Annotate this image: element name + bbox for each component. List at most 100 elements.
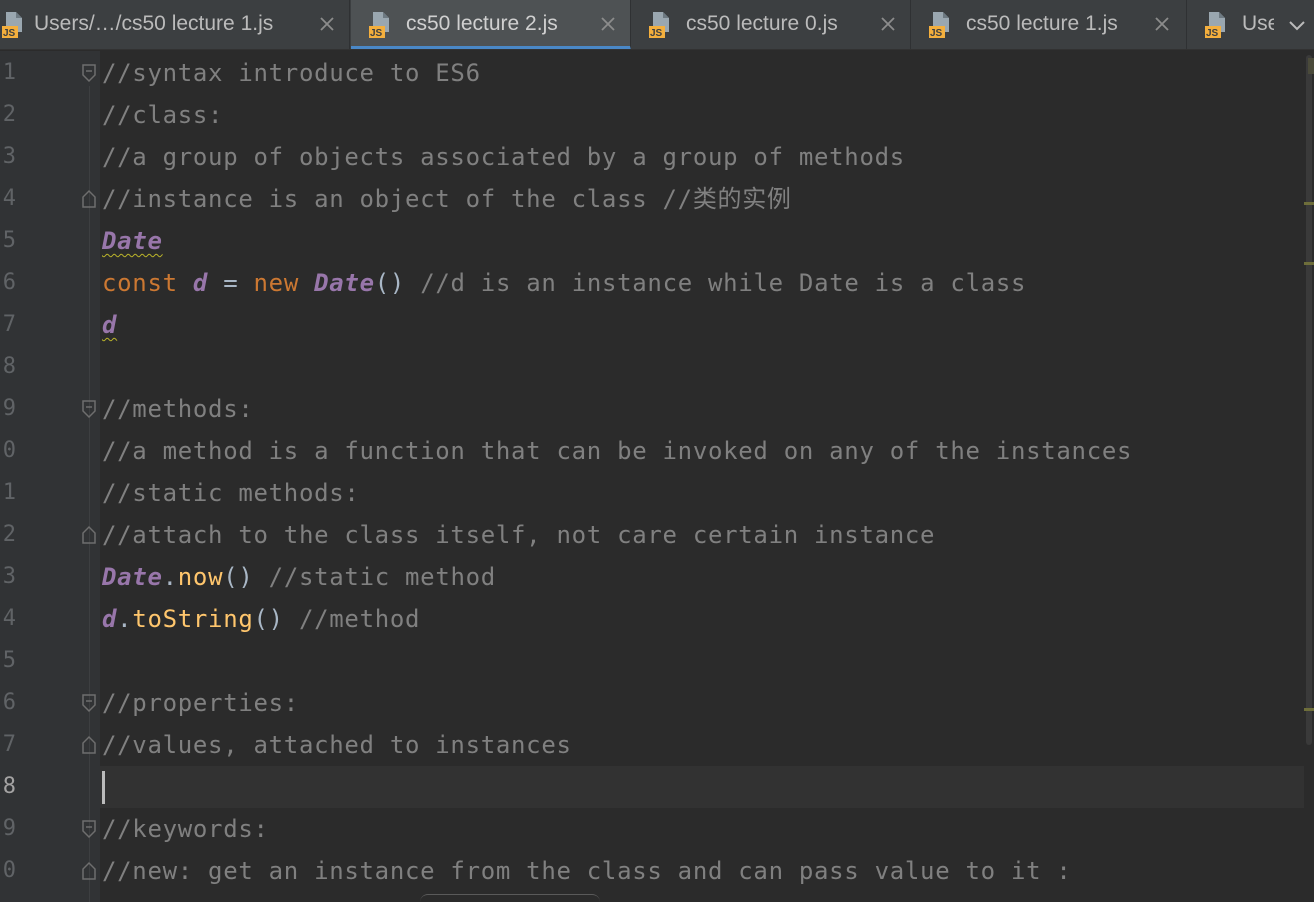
code-line-5[interactable]: Date	[102, 220, 163, 262]
tab-label: Users/…/cs50 lecture 1.js	[34, 12, 274, 35]
code-line-12[interactable]: //attach to the class itself, not care c…	[102, 514, 935, 556]
comment: //values, attached to instances	[102, 731, 572, 759]
js-file-icon: JS	[929, 12, 949, 39]
line-number-current: 8	[2, 774, 16, 799]
comment: //a method is a function that can be inv…	[102, 437, 1133, 465]
comment: //static method	[253, 563, 496, 591]
line-number: 9	[2, 816, 16, 841]
chevron-down-icon[interactable]	[1287, 15, 1307, 35]
line-number: 2	[2, 522, 16, 547]
line-number: 6	[2, 270, 16, 295]
method-name: toString	[132, 605, 254, 633]
fold-end-icon[interactable]	[80, 735, 98, 755]
line-number: 7	[2, 732, 16, 757]
comment: //properties:	[102, 689, 299, 717]
tab-label: cs50 lecture 1.js	[966, 12, 1118, 35]
dot-operator: .	[117, 605, 133, 633]
close-icon[interactable]	[1151, 13, 1173, 35]
current-line-highlight	[100, 766, 1314, 808]
js-file-icon: JS	[649, 12, 669, 39]
tab-cs50-lecture-1[interactable]: JS cs50 lecture 1.js	[911, 0, 1187, 49]
line-number: 3	[2, 564, 16, 589]
fold-start-icon[interactable]	[80, 399, 98, 419]
tab-users-truncated[interactable]: JS Use	[1187, 0, 1287, 49]
comment: //syntax introduce to ES6	[102, 59, 481, 87]
comment: //class:	[102, 101, 224, 129]
line-number: 7	[2, 312, 16, 337]
comment: //instance is an object of the class //类…	[102, 185, 792, 213]
code-line-10[interactable]: //a method is a function that can be inv…	[102, 430, 1132, 472]
warning-stripe-marker[interactable]	[1304, 262, 1314, 265]
js-file-icon: JS	[1205, 12, 1225, 39]
tab-label: cs50 lecture 2.js	[406, 12, 558, 35]
fold-start-icon[interactable]	[80, 693, 98, 713]
code-line-19[interactable]: //keywords:	[102, 808, 269, 850]
warning-stripe-marker[interactable]	[1304, 708, 1314, 711]
comment: //d is an instance while Date is a class	[405, 269, 1027, 297]
code-line-3[interactable]: //a group of objects associated by a gro…	[102, 136, 905, 178]
line-number: 0	[2, 858, 16, 883]
class-identifier: Date	[102, 227, 163, 255]
code-line-6[interactable]: const d = new Date() //d is an instance …	[102, 262, 1026, 304]
variable: d	[192, 269, 209, 297]
close-icon[interactable]	[877, 13, 899, 35]
fold-end-icon[interactable]	[80, 189, 98, 209]
comment: //a group of objects associated by a gro…	[102, 143, 905, 171]
comment: //keywords:	[102, 815, 269, 843]
line-number: 8	[2, 354, 16, 379]
tab-cs50-lecture-2[interactable]: JS cs50 lecture 2.js	[351, 0, 631, 49]
line-number: 3	[2, 144, 16, 169]
fold-start-icon[interactable]	[80, 63, 98, 83]
line-number: 5	[2, 648, 16, 673]
code-line-13[interactable]: Date.now() //static method	[102, 556, 496, 598]
line-number: 1	[2, 480, 16, 505]
code-line-4[interactable]: //instance is an object of the class //类…	[102, 178, 792, 220]
js-badge-text: JS	[370, 28, 383, 39]
tab-label: cs50 lecture 0.js	[686, 12, 838, 35]
fold-end-icon[interactable]	[80, 525, 98, 545]
warning-stripe-marker[interactable]	[1304, 202, 1314, 205]
code-line-7[interactable]: d	[102, 304, 117, 346]
close-icon[interactable]	[316, 13, 338, 35]
line-number: 4	[2, 186, 16, 211]
comment: //new: get an instance from the class an…	[102, 857, 1072, 885]
js-badge-text: JS	[1206, 28, 1219, 39]
code-line-16[interactable]: //properties:	[102, 682, 299, 724]
comment: //method	[283, 605, 421, 633]
comment: //static methods:	[102, 479, 360, 507]
comment: //attach to the class itself, not care c…	[102, 521, 936, 549]
keyword: const	[102, 269, 178, 297]
dot-operator: .	[162, 563, 178, 591]
tab-overflow-menu[interactable]	[1280, 0, 1314, 49]
code-line-14[interactable]: d.toString() //method	[102, 598, 420, 640]
code-line-2[interactable]: //class:	[102, 94, 223, 136]
js-badge-text: JS	[650, 28, 663, 39]
horizontal-scrollbar[interactable]	[420, 894, 600, 902]
error-stripe-marker[interactable]	[1308, 58, 1314, 74]
fold-end-icon[interactable]	[80, 861, 98, 881]
fold-start-icon[interactable]	[80, 819, 98, 839]
scrollbar-thumb[interactable]	[1306, 55, 1312, 745]
text-cursor	[102, 771, 105, 804]
code-line-11[interactable]: //static methods:	[102, 472, 360, 514]
line-number: 2	[2, 102, 16, 127]
line-number: 9	[2, 396, 16, 421]
code-line-20[interactable]: //new: get an instance from the class an…	[102, 850, 1072, 892]
code-line-9[interactable]: //methods:	[102, 388, 254, 430]
editor-tab-bar: JS Users/…/cs50 lecture 1.js JS cs50 lec…	[0, 0, 1314, 50]
code-line-17[interactable]: //values, attached to instances	[102, 724, 572, 766]
parentheses: ()	[374, 269, 406, 297]
tab-cs50-lecture-0[interactable]: JS cs50 lecture 0.js	[631, 0, 911, 49]
tab-users-cs50-lecture-1[interactable]: JS Users/…/cs50 lecture 1.js	[0, 0, 350, 49]
close-icon[interactable]	[597, 13, 619, 35]
keyword: new	[253, 269, 299, 297]
class-identifier: Date	[102, 563, 163, 591]
line-number: 4	[2, 606, 16, 631]
vertical-scrollbar[interactable]	[1304, 51, 1314, 902]
code-line-1[interactable]: //syntax introduce to ES6	[102, 52, 481, 94]
js-file-icon: JS	[2, 12, 22, 39]
operator: =	[208, 269, 254, 297]
parentheses: ()	[223, 563, 254, 591]
